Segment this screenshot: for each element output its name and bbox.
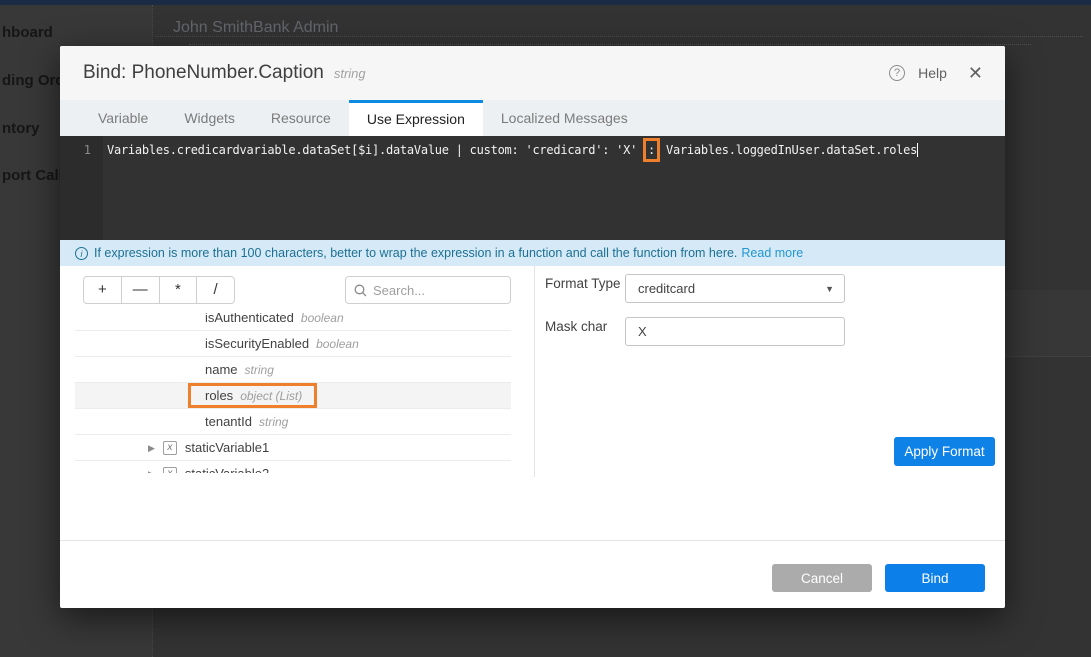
colon-highlight-box: :	[643, 138, 660, 162]
tree-type: boolean	[316, 337, 359, 351]
help-label[interactable]: Help	[918, 65, 947, 81]
multiply-operator-button[interactable]: *	[160, 277, 198, 303]
info-banner: i If expression is more than 100 charact…	[60, 240, 1005, 266]
code-after: Variables.loggedInUser.dataSet.roles	[659, 143, 917, 157]
dialog-tabs: Variable Widgets Resource Use Expression…	[60, 100, 1005, 136]
tree-row-staticvariable2[interactable]: ▶ x staticVariable2	[75, 461, 511, 473]
sidebar-item-inventory[interactable]: ntory	[2, 120, 40, 137]
tree-type: object (List)	[240, 389, 302, 403]
chevron-down-icon: ▼	[825, 284, 834, 294]
tab-resource[interactable]: Resource	[253, 100, 349, 136]
search-box	[345, 276, 511, 304]
tree-label: isAuthenticated	[205, 313, 294, 325]
tree-label: staticVariable1	[185, 435, 269, 461]
expression-editor[interactable]: 1 Variables.credicardvariable.dataSet[$i…	[60, 136, 1005, 240]
tree-label: tenantId	[205, 414, 252, 429]
tab-localized-messages[interactable]: Localized Messages	[483, 100, 646, 136]
format-type-select[interactable]: creditcard ▼	[625, 274, 845, 303]
bind-button[interactable]: Bind	[885, 564, 985, 592]
plus-operator-button[interactable]: +	[84, 277, 122, 303]
mask-char-input[interactable]	[625, 317, 845, 346]
dialog-title: Bind: PhoneNumber.Caption	[83, 62, 324, 84]
expand-arrow-icon[interactable]: ▶	[148, 461, 155, 474]
format-type-label: Format Type	[545, 276, 621, 291]
text-cursor	[917, 143, 918, 157]
tree-type: boolean	[301, 313, 344, 325]
divide-operator-button[interactable]: /	[197, 277, 234, 303]
tree-label: name	[205, 362, 238, 377]
minus-operator-button[interactable]: —	[122, 277, 160, 303]
tab-widgets[interactable]: Widgets	[166, 100, 253, 136]
tree-label: isSecurityEnabled	[205, 336, 309, 351]
dialog-subtitle: string	[334, 66, 366, 81]
tab-variable[interactable]: Variable	[80, 100, 166, 136]
panel-divider	[534, 266, 535, 477]
content-dashed-border	[156, 36, 1083, 37]
user-label: John SmithBank Admin	[173, 19, 338, 37]
variable-tree: isAuthenticated boolean isSecurityEnabled…	[75, 313, 511, 473]
tree-label: staticVariable2	[185, 461, 269, 474]
code-before: Variables.credicardvariable.dataSet[$i].…	[107, 143, 644, 157]
variable-type-icon: x	[163, 441, 177, 455]
tree-row-roles[interactable]: roles object (List)	[75, 383, 511, 409]
search-input[interactable]	[373, 283, 502, 298]
cancel-button[interactable]: Cancel	[772, 564, 872, 592]
close-icon[interactable]: ✕	[968, 63, 983, 84]
read-more-link[interactable]: Read more	[741, 246, 803, 260]
line-number: 1	[84, 143, 91, 157]
tree-row-tenantid[interactable]: tenantId string	[75, 409, 511, 435]
info-icon: i	[75, 247, 88, 260]
expression-code-line[interactable]: Variables.credicardvariable.dataSet[$i].…	[107, 143, 999, 157]
content-inner-dashed-border	[189, 44, 1031, 45]
variable-type-icon: x	[163, 467, 177, 474]
editor-gutter: 1	[60, 136, 103, 240]
operator-toolbar: + — * /	[83, 276, 235, 304]
tree-row-isauthenticated[interactable]: isAuthenticated boolean	[75, 313, 511, 331]
dialog-footer: Cancel Bind	[60, 540, 1005, 608]
mask-char-label: Mask char	[545, 319, 607, 334]
info-text: If expression is more than 100 character…	[94, 246, 737, 260]
tree-row-issecurityenabled[interactable]: isSecurityEnabled boolean	[75, 331, 511, 357]
apply-format-button[interactable]: Apply Format	[894, 437, 995, 466]
expand-arrow-icon[interactable]: ▶	[148, 435, 155, 461]
tab-use-expression[interactable]: Use Expression	[349, 100, 483, 136]
tree-label: roles	[205, 388, 233, 403]
screen: hboard ding Order ntory port Calls John …	[0, 0, 1091, 657]
format-type-value: creditcard	[638, 281, 695, 296]
help-icon[interactable]: ?	[889, 65, 905, 81]
tree-type: string	[245, 363, 274, 377]
bind-dialog: Bind: PhoneNumber.Caption string ? Help …	[60, 46, 1005, 608]
sidebar-item-dashboard[interactable]: hboard	[2, 24, 53, 41]
dialog-header: Bind: PhoneNumber.Caption string ? Help …	[60, 46, 1005, 100]
tree-type: string	[259, 415, 288, 429]
tree-row-name[interactable]: name string	[75, 357, 511, 383]
search-icon	[354, 284, 367, 297]
tree-row-staticvariable1[interactable]: ▶ x staticVariable1	[75, 435, 511, 461]
